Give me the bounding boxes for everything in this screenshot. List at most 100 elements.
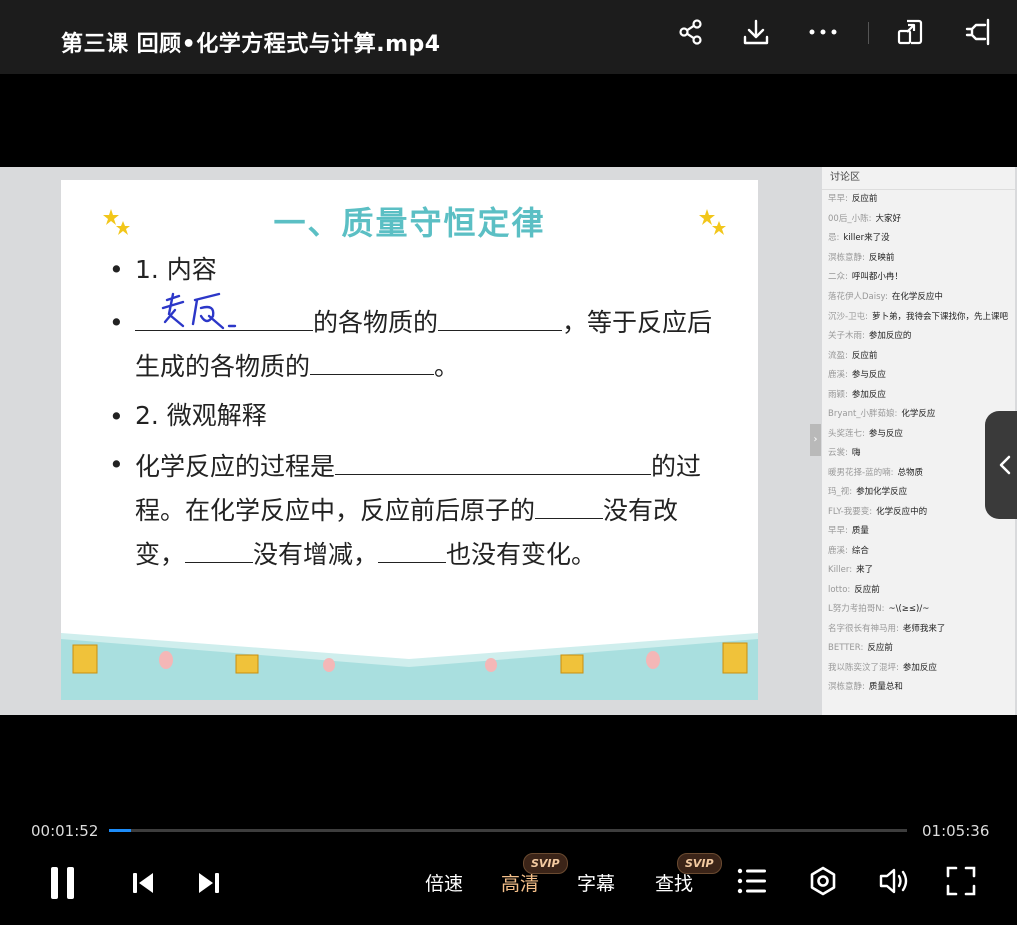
chat-message: 鹿溪: 参与反应 (822, 366, 1015, 386)
blank-line (378, 532, 447, 563)
handwriting-annotation (161, 292, 237, 330)
fullscreen-button[interactable] (946, 866, 976, 900)
chat-username: 关子木雨: (828, 331, 865, 341)
chat-username: 雨颖: (828, 389, 848, 400)
subtitle-button[interactable]: 字幕 (577, 869, 615, 896)
chat-text: 反映前 (868, 252, 895, 263)
blank-line (335, 444, 652, 475)
chat-username: 鹿溪: (828, 370, 848, 380)
chat-message: 溟栋意静: 反映前 (822, 249, 1015, 269)
chat-text: 萝卜弟，我待会下课找你，先上课吧 (871, 312, 1008, 322)
chat-username: 流盈: (828, 350, 848, 361)
chat-username: 早早: (828, 194, 848, 204)
bullet: • (109, 402, 124, 431)
chat-message: 溟栋意静: 质量总和 (822, 678, 1015, 698)
chat-message: 流盈: 反应前 (822, 347, 1015, 367)
title-bar: 第三课 回顾•化学方程式与计算.mp4 (0, 0, 1017, 74)
more-icon[interactable] (805, 14, 841, 50)
text-span: 没有改 (603, 496, 679, 525)
previous-button[interactable] (131, 871, 155, 899)
chat-message: 鹿溪: 综合 (822, 542, 1015, 562)
chat-message: L努力考拍哥N: ~\(≥≤)/~ (822, 600, 1015, 620)
chat-text: ~\(≥≤)/~ (888, 604, 930, 614)
chat-message: 忌: killer来了没 (822, 229, 1015, 249)
skip-next-icon (199, 873, 219, 893)
chat-username: 落花伊人Daisy: (828, 291, 888, 302)
text-span: 化学反应的过程是 (135, 452, 336, 481)
total-time: 01:05:36 (922, 822, 990, 840)
slide-item-micro: 2. 微观解释 (135, 401, 267, 430)
chat-username: 名字很长有神马用: (828, 623, 899, 634)
side-panel-toggle[interactable] (985, 411, 1017, 519)
chat-message: 落花伊人Daisy: 在化学反应中 (822, 288, 1015, 308)
slide-item-content: 1. 内容 (135, 255, 217, 284)
chat-username: 头奖莲七: (828, 428, 865, 439)
text-span: 变， (135, 540, 186, 569)
share-icon[interactable] (673, 14, 709, 50)
chat-username: 二众: (828, 272, 848, 282)
chat-username: 沉沙-卫屯: (828, 312, 868, 322)
text-span: 程。在化学反应中，反应前后原子的 (135, 496, 536, 525)
chat-text: 综合 (851, 545, 869, 556)
chat-text: 质量 (851, 526, 869, 536)
chat-text: 反应前 (867, 643, 893, 653)
video-frame[interactable]: 一、质量守恒定律 • 1. 内容 • 的各物质的 ，等于反应后 生成的各物质的。 … (0, 167, 1017, 715)
chat-username: 暖男花择-蓝的喃: (828, 467, 894, 478)
chat-text: 嗨 (851, 448, 861, 458)
discussion-header: 讨论区 (822, 167, 1015, 190)
text-span: 的过 (651, 452, 702, 481)
current-time: 00:01:52 (31, 822, 99, 840)
pause-button[interactable] (49, 866, 77, 904)
chat-text: 老师我来了 (902, 623, 946, 634)
speed-button[interactable]: 倍速 (425, 869, 463, 896)
chat-username: 鹿溪: (828, 545, 848, 556)
chat-text: 反应前 (851, 194, 878, 204)
slide-title: 一、质量守恒定律 (273, 204, 546, 242)
blank-line (535, 488, 604, 519)
blank-line (185, 532, 254, 563)
text-span: 生成的各物质的 (135, 352, 311, 381)
chat-text: 参加反应 (902, 662, 937, 673)
chat-text: 参加反应的 (868, 331, 912, 341)
chat-text: 反应前 (854, 584, 880, 595)
chat-username: 我以陈奕汶了混坪: (828, 662, 899, 673)
chat-text: 化学反应中的 (876, 506, 928, 517)
chat-message: 早早: 质量 (822, 522, 1015, 542)
pin-icon[interactable] (960, 14, 996, 50)
video-title: 第三课 回顾•化学方程式与计算.mp4 (61, 32, 441, 57)
slide-paragraph-micro: 化学反应的过程是 的过 程。在化学反应中，反应前后原子的 没有改 变， 没有增减， 也没… (135, 444, 745, 576)
picture-in-picture-icon[interactable] (892, 14, 928, 50)
fullscreen-icon (946, 866, 976, 896)
chat-text: killer来了没 (843, 233, 890, 243)
svip-badge: SVIP (677, 853, 722, 874)
chat-message: 早早: 反应前 (822, 190, 1015, 210)
settings-button[interactable] (807, 865, 839, 901)
slide-paragraph-law: 的各物质的 ，等于反应后 生成的各物质的 。 (135, 292, 745, 388)
chat-collapse-toggle[interactable]: › (810, 424, 821, 456)
toolbar-divider (868, 22, 869, 44)
chat-username: BETTER: (828, 643, 864, 653)
chat-message: 00后_小陈: 大家好 (822, 210, 1015, 230)
chat-username: FLY-我要变: (828, 506, 873, 517)
pause-icon (51, 867, 74, 899)
chat-text: 参与反应 (868, 428, 903, 439)
volume-button[interactable] (878, 866, 910, 900)
chat-text: 参与反应 (851, 370, 886, 380)
progress-fill (109, 829, 132, 832)
text-span: 的各物质的 (313, 308, 439, 337)
chat-text: 呼叫都小冉！ (851, 272, 903, 282)
download-icon[interactable] (738, 14, 774, 50)
svip-badge: SVIP (523, 853, 568, 874)
chat-message: 关子木雨: 参加反应的 (822, 327, 1015, 347)
blank-line (438, 300, 563, 331)
progress-bar[interactable] (109, 829, 907, 832)
next-button[interactable] (197, 871, 221, 899)
chat-message: 雨颖: 参加反应 (822, 386, 1015, 406)
chat-username: Bryant_小胖茹娘: (828, 409, 898, 419)
chat-username: Killer: (828, 565, 853, 575)
playlist-button[interactable] (737, 867, 767, 899)
slide-banner-decoration (61, 633, 758, 700)
chevron-left-icon (999, 455, 1011, 475)
settings-icon (810, 866, 836, 896)
chat-text: 化学反应 (901, 409, 936, 419)
